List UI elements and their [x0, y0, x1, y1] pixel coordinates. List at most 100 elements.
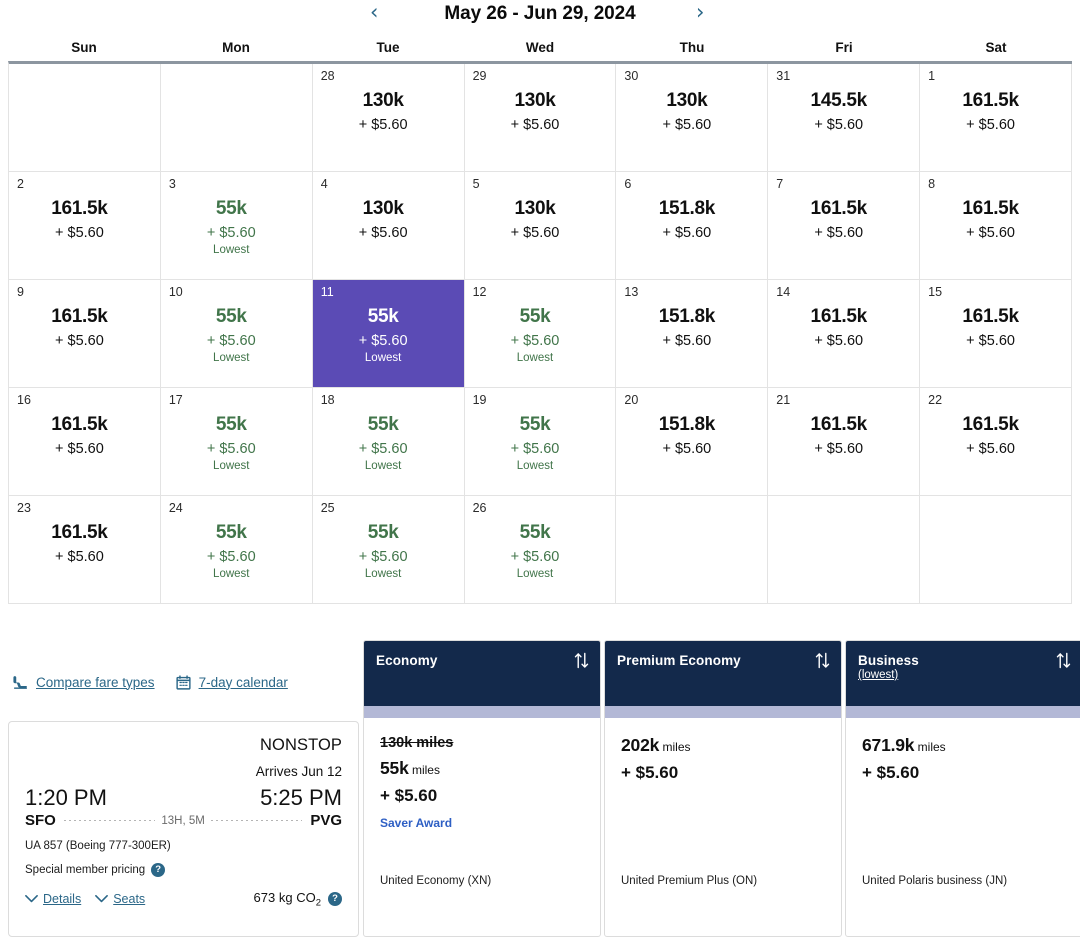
calendar-day-cell[interactable]: 29 130k + $5.60	[464, 64, 617, 172]
calendar-day-cell[interactable]: 28 130k + $5.60	[312, 64, 465, 172]
prev-month-icon[interactable]: ‹	[370, 2, 378, 23]
flight-summary-card[interactable]: NONSTOP Arrives Jun 12 1:20 PM 5:25 PM S…	[8, 721, 359, 937]
fare-cabin-code: United Economy (XN)	[380, 875, 492, 887]
calendar-cash-fee: + $5.60	[206, 549, 256, 565]
calendar-cash-fee: + $5.60	[814, 225, 864, 241]
calendar-lowest-badge: Lowest	[516, 352, 554, 364]
details-label[interactable]: Details	[43, 892, 81, 906]
calendar-cash-fee: + $5.60	[510, 333, 560, 349]
seats-toggle[interactable]: Seats	[95, 892, 145, 906]
calendar-day-cell[interactable]: 11 55k + $5.60 Lowest	[312, 280, 465, 388]
calendar-day-cell[interactable]: 8 161.5k + $5.60	[920, 172, 1072, 280]
calendar-day-cell[interactable]: 14 161.5k + $5.60	[768, 280, 921, 388]
fare-card[interactable]: Premium Economy 202k miles + $5.60 United P…	[604, 640, 842, 937]
calendar-cash-fee: + $5.60	[358, 549, 408, 565]
calendar-day-cell[interactable]: 31 145.5k + $5.60	[768, 64, 921, 172]
calendar-cell-prices: 151.8k + $5.60	[616, 306, 757, 349]
calendar-day-cell[interactable]: 1 161.5k + $5.60	[920, 64, 1072, 172]
calendar-day-cell[interactable]: 16 161.5k + $5.60	[9, 388, 161, 496]
weekday-thu: Thu	[679, 40, 705, 55]
calendar-miles-price: 151.8k	[658, 414, 716, 435]
duration-connector: 13H, 5M	[63, 815, 303, 827]
calendar-miles-price: 161.5k	[51, 198, 108, 219]
calendar-day-cell[interactable]: 13 151.8k + $5.60	[616, 280, 769, 388]
calendar-miles-price: 55k	[519, 306, 551, 327]
calendar-miles-price: 130k	[514, 90, 556, 111]
details-toggle[interactable]: Details	[25, 892, 81, 906]
calendar-day-cell[interactable]: 9 161.5k + $5.60	[9, 280, 161, 388]
compare-fare-types-label[interactable]: Compare fare types	[36, 675, 155, 690]
calendar-day-number: 8	[928, 177, 936, 191]
calendar-day-cell[interactable]: 24 55k + $5.60 Lowest	[160, 496, 313, 604]
calendar-miles-price: 55k	[215, 306, 247, 327]
fare-card-header: Business (lowest)	[846, 641, 1080, 706]
calendar-miles-price: 55k	[215, 414, 247, 435]
calendar-day-number: 20	[624, 393, 639, 407]
calendar-cell-prices: 55k + $5.60 Lowest	[313, 522, 454, 580]
calendar-cell-prices: 55k + $5.60 Lowest	[161, 306, 302, 364]
calendar-cash-fee: + $5.60	[966, 117, 1015, 133]
calendar-day-cell[interactable]: 21 161.5k + $5.60	[768, 388, 921, 496]
calendar-cell-prices: 161.5k + $5.60	[768, 198, 909, 241]
calendar-lowest-badge: Lowest	[213, 352, 250, 364]
calendar-day-cell[interactable]: 5 130k + $5.60	[464, 172, 617, 280]
sort-updown-icon[interactable]	[1056, 652, 1071, 669]
compare-fare-types-link[interactable]: Compare fare types	[12, 674, 155, 691]
next-month-icon[interactable]: ›	[696, 2, 704, 23]
seats-label[interactable]: Seats	[113, 892, 145, 906]
calendar-day-cell[interactable]: 2 161.5k + $5.60	[9, 172, 161, 280]
destination-airport-code: PVG	[310, 812, 342, 829]
calendar-cell-prices: 130k + $5.60	[616, 90, 757, 133]
calendar-day-cell[interactable]: 7 161.5k + $5.60	[768, 172, 921, 280]
calendar-cell-prices: 130k + $5.60	[313, 198, 454, 241]
fare-cash-fee: + $5.60	[862, 763, 920, 782]
fare-card[interactable]: Business (lowest) 671.9k miles + $5.60 Unite…	[845, 640, 1080, 937]
calendar-day-number: 16	[17, 393, 31, 407]
calendar-day-number: 28	[320, 69, 335, 83]
calendar-day-cell[interactable]: 6 151.8k + $5.60	[616, 172, 769, 280]
calendar-day-number: 23	[17, 501, 31, 515]
calendar-day-number: 22	[928, 393, 943, 407]
seven-day-calendar-label[interactable]: 7-day calendar	[199, 675, 288, 690]
special-member-pricing-label: Special member pricing	[25, 864, 146, 876]
calendar-miles-price: 151.8k	[658, 306, 716, 327]
calendar-day-cell[interactable]: 12 55k + $5.60 Lowest	[464, 280, 617, 388]
member-pricing-help-icon[interactable]: ?	[151, 863, 166, 877]
calendar-day-number: 25	[320, 501, 335, 515]
calendar-day-cell[interactable]: 20 151.8k + $5.60	[616, 388, 769, 496]
calendar-day-cell[interactable]: 26 55k + $5.60 Lowest	[464, 496, 617, 604]
calendar-day-number: 11	[320, 285, 334, 299]
calendar-day-cell[interactable]: 25 55k + $5.60 Lowest	[312, 496, 465, 604]
calendar-cash-fee: + $5.60	[358, 333, 408, 349]
calendar-day-cell[interactable]: 17 55k + $5.60 Lowest	[160, 388, 313, 496]
sort-updown-icon[interactable]	[815, 652, 830, 669]
calendar-miles-price: 130k	[666, 90, 708, 111]
calendar-cash-fee: + $5.60	[358, 225, 408, 241]
calendar-miles-price: 161.5k	[810, 306, 868, 327]
calendar-day-cell[interactable]: 15 161.5k + $5.60	[920, 280, 1072, 388]
calendar-day-number: 14	[776, 285, 791, 299]
calendar-cash-fee: + $5.60	[358, 441, 408, 457]
fare-lowest-note[interactable]: (lowest)	[858, 669, 1070, 681]
calendar-day-cell[interactable]: 10 55k + $5.60 Lowest	[160, 280, 313, 388]
calendar-day-cell[interactable]: 18 55k + $5.60 Lowest	[312, 388, 465, 496]
calendar-day-cell[interactable]: 3 55k + $5.60 Lowest	[160, 172, 313, 280]
calendar-cell-prices: 161.5k + $5.60	[768, 414, 909, 457]
seven-day-calendar-link[interactable]: 7-day calendar	[175, 674, 288, 691]
fare-card[interactable]: Economy 130k miles 55k miles + $5.60 Saver A…	[363, 640, 601, 937]
co2-help-icon[interactable]: ?	[328, 892, 342, 907]
calendar-day-cell[interactable]: 23 161.5k + $5.60	[9, 496, 161, 604]
sort-updown-icon[interactable]	[574, 652, 589, 669]
calendar-day-number: 24	[168, 501, 183, 515]
calendar-day-cell[interactable]: 19 55k + $5.60 Lowest	[464, 388, 617, 496]
calendar-day-number: 1	[928, 69, 936, 83]
calendar-day-cell[interactable]: 30 130k + $5.60	[616, 64, 769, 172]
calendar-day-number: 29	[472, 69, 487, 83]
calendar-miles-price: 161.5k	[51, 306, 108, 327]
calendar-lowest-badge: Lowest	[364, 460, 402, 472]
calendar-nav: ‹ May 26 - Jun 29, 2024 ›	[0, 0, 1080, 28]
fare-card-accent-strip	[846, 706, 1080, 718]
calendar-cash-fee: + $5.60	[510, 549, 560, 565]
calendar-day-cell[interactable]: 4 130k + $5.60	[312, 172, 465, 280]
calendar-day-cell[interactable]: 22 161.5k + $5.60	[920, 388, 1072, 496]
